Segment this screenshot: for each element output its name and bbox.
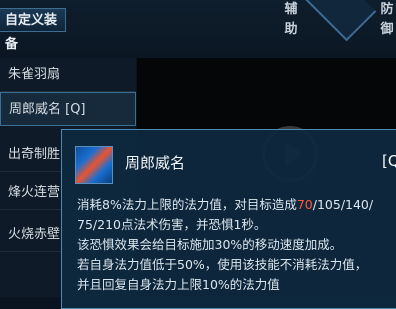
desc-line-2: 75/210点法术伤害，并恐惧1秒。 [77,217,267,232]
skill-hotkey: [Q [382,152,396,170]
skill-icon [75,146,113,184]
skill-title: 周郎威名 [125,154,186,172]
custom-equipment-tab[interactable]: 自定义装备 [0,8,66,52]
skill-tooltip: 周郎威名 [Q 消耗8%法力上限的法力值，对目标造成70/105/140/ 75… [61,129,396,309]
desc-line-3: 该恐惧效果会给目标施加30%的移动速度加成。 [77,237,343,252]
skill-description: 消耗8%法力上限的法力值，对目标造成70/105/140/ 75/210点法术伤… [77,195,396,295]
desc-line-5: 并且回复自身法力上限10%的法力值 [77,277,280,292]
category-tab-support[interactable]: 辅助 [282,0,300,40]
category-tab-defense[interactable]: 防御 [378,0,396,40]
sidebar-item-zhuque[interactable]: 朱雀羽扇 [0,58,136,92]
sidebar-item-zhoulang[interactable]: 周郎威名 [Q] [0,92,136,126]
desc-line-4: 若自身法力值低于50%，使用该技能不消耗法力值， [77,257,368,272]
desc-line-1: 消耗8%法力上限的法力值，对目标造成70/105/140/ [77,197,374,212]
